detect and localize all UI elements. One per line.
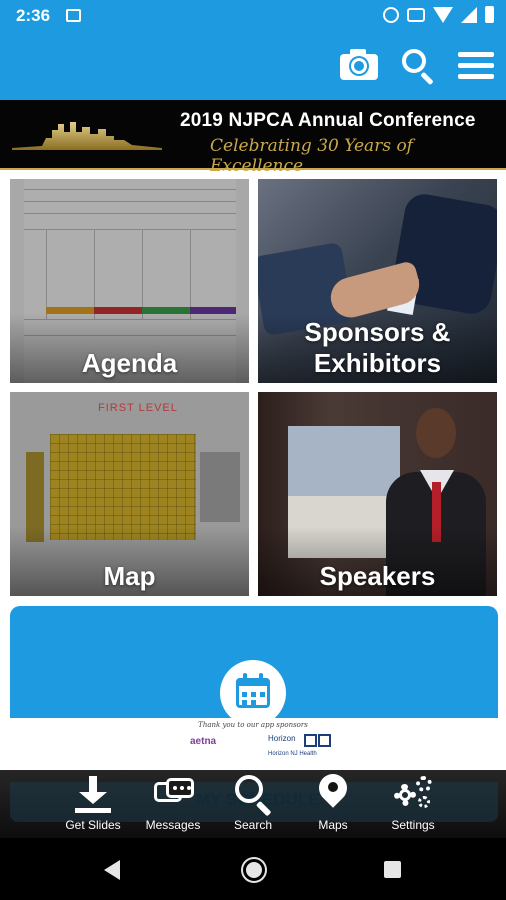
bottom-navigation: MY SCHEDULE Get Slides Messages Search M…: [0, 768, 506, 838]
agenda-label: Agenda: [81, 348, 178, 378]
sponsors-exhibitors-tile[interactable]: Sponsors & Exhibitors: [258, 179, 497, 383]
blue-cross-icon: [304, 734, 317, 747]
horizon-subtitle: Horizon NJ Health: [268, 751, 317, 757]
sponsor-strip: Thank you to our app sponsors aetna Hori…: [0, 718, 506, 770]
status-time: 2:36: [16, 6, 51, 25]
banner-subtitle: Celebrating 30 Years of Excellence: [210, 136, 413, 176]
map-heading: FIRST LEVEL: [98, 402, 178, 414]
menu-icon: [458, 52, 494, 57]
nav-get-slides[interactable]: Get Slides: [48, 770, 138, 838]
map-label: Map: [103, 561, 156, 591]
banner-title: 2019 NJPCA Annual Conference: [180, 110, 476, 131]
wifi-icon: [433, 6, 453, 23]
search-icon: [235, 775, 263, 803]
skyline-logo: [12, 122, 162, 150]
conference-banner: 2019 NJPCA Annual Conference Celebrating…: [0, 100, 506, 176]
alarm-icon: [383, 6, 399, 23]
nav-label: Maps: [318, 818, 348, 832]
nav-messages[interactable]: Messages: [128, 770, 218, 838]
sponsor-thanks: Thank you to our app sponsors: [198, 721, 308, 729]
home-icon[interactable]: [243, 859, 265, 881]
status-bar: 2:36: [0, 0, 506, 32]
menu-button[interactable]: [456, 46, 498, 86]
camera-button[interactable]: [338, 46, 380, 86]
speakers-tile[interactable]: Speakers: [258, 392, 497, 596]
agenda-tile[interactable]: Agenda: [10, 179, 249, 383]
system-navigation: [0, 838, 506, 900]
image-icon: [66, 9, 81, 22]
nav-maps[interactable]: Maps: [288, 768, 378, 838]
status-icons: [383, 6, 494, 23]
search-icon: [402, 49, 426, 73]
battery-icon: [485, 6, 494, 23]
aetna-logo: aetna: [190, 736, 217, 747]
app-bar: [0, 32, 506, 100]
search-button[interactable]: [398, 46, 440, 86]
recents-icon[interactable]: [384, 861, 401, 878]
sponsors-exhibitors-label: Sponsors & Exhibitors: [304, 317, 451, 378]
signal-icon: [461, 6, 477, 23]
vpn-icon: [407, 7, 425, 22]
speakers-label: Speakers: [319, 561, 436, 591]
blue-shield-icon: [318, 734, 331, 747]
nav-label: Get Slides: [65, 818, 121, 832]
nav-label: Settings: [391, 818, 435, 832]
nav-search[interactable]: Search: [208, 770, 298, 838]
map-tile[interactable]: FIRST LEVEL Map: [10, 392, 249, 596]
nav-label: Search: [233, 818, 273, 832]
nav-label: Messages: [145, 818, 201, 832]
horizon-logo: Horizon: [268, 734, 296, 743]
back-icon[interactable]: [104, 860, 120, 880]
nav-settings[interactable]: Settings: [368, 770, 458, 838]
